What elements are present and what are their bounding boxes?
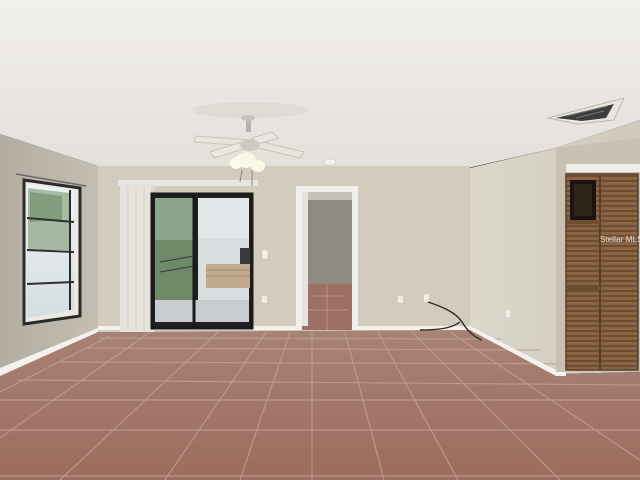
window <box>15 173 87 326</box>
watermark-text: Stellar MLS <box>600 235 640 244</box>
smoke-detector <box>323 158 337 166</box>
light-switch <box>261 249 269 260</box>
wall-outlet <box>424 294 429 302</box>
wall-outlet <box>506 310 510 317</box>
wall-outlet <box>262 296 267 303</box>
wall-outlet <box>398 296 403 303</box>
louvered-closet-door <box>556 138 640 372</box>
interior-doorway <box>296 186 358 330</box>
empty-room-photo <box>0 0 640 480</box>
sliding-glass-door <box>150 192 254 330</box>
ceiling <box>0 0 640 168</box>
